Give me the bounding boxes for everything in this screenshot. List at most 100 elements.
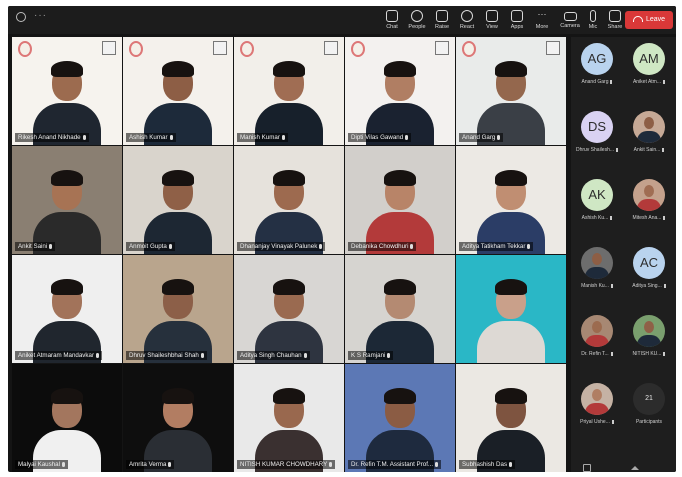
participant-video <box>362 160 438 254</box>
participant-panel-name: Dr. Refin T... <box>571 351 623 357</box>
participant-hair <box>51 279 83 295</box>
view-button[interactable]: View <box>479 8 505 34</box>
participant-name-label: Rikesh Anand Nikhade <box>15 133 89 142</box>
participant-video <box>362 378 438 472</box>
participant-thumbnail[interactable]: NITISH KU... <box>623 309 675 372</box>
participant-video <box>140 160 216 254</box>
participant-name-label: Dr. Refin T.M. Assistant Prof... <box>348 460 442 469</box>
video-tile[interactable]: Aditya Tatikham Tekkar <box>456 146 566 254</box>
raise-hand-button[interactable]: Raise <box>429 8 455 34</box>
participant-thumbnail[interactable]: DS Dhruv Shailesh... <box>571 105 623 168</box>
video-tile[interactable]: Amrita Verma <box>123 364 233 472</box>
participant-name: Dhruv Shaileshbhai Shah <box>129 352 199 359</box>
people-button[interactable]: People <box>404 8 430 34</box>
participant-thumbnail[interactable]: Mitesh Ana... <box>623 173 675 236</box>
participant-name-label: Aditya Singh Chauhan <box>237 351 310 360</box>
leave-button[interactable]: Leave <box>625 11 673 29</box>
video-tile[interactable]: Dhananjay Vinayak Palunek <box>234 146 344 254</box>
participant-video <box>251 51 327 145</box>
participant-panel-name-text: Dhruv Shailesh... <box>575 147 615 153</box>
participant-hair <box>162 61 194 77</box>
video-tile[interactable]: Debanika Chowdhuri <box>345 146 455 254</box>
collapse-arrow-icon[interactable] <box>631 466 639 470</box>
video-tile[interactable]: Ankit Saini <box>12 146 122 254</box>
participant-panel-name: Participants <box>623 419 675 425</box>
participant-name: Aditya Tatikham Tekkar <box>462 243 526 250</box>
panel-footer <box>571 462 676 472</box>
participant-video <box>29 378 105 472</box>
participant-panel-name: Mitesh Ana... <box>623 215 675 221</box>
participant-video <box>140 269 216 363</box>
video-tile[interactable]: Manish Kumar <box>234 37 344 145</box>
mic-muted-icon <box>509 461 513 467</box>
participant-panel-name: NITISH KU... <box>623 351 675 357</box>
video-tile[interactable]: Dr. Refin T.M. Assistant Prof... <box>345 364 455 472</box>
participant-thumbnail[interactable]: Dr. Refin T... <box>571 309 623 372</box>
participant-thumbnail[interactable]: Ankit Sain... <box>623 105 675 168</box>
video-tile[interactable]: Malyai Kaushal <box>12 364 122 472</box>
video-tile[interactable]: Anand Garg <box>456 37 566 145</box>
avatar-face <box>644 321 654 333</box>
video-tile[interactable]: Rikesh Anand Nikhade <box>12 37 122 145</box>
mic-muted-icon <box>169 134 173 140</box>
participant-panel-name-text: NITISH KU... <box>632 351 662 357</box>
participants-overflow-button[interactable]: 21 Participants <box>623 377 675 440</box>
participant-thumbnail[interactable]: AK Ashish Ku... <box>571 173 623 236</box>
participant-video <box>251 160 327 254</box>
mic-muted-icon <box>329 461 333 467</box>
participant-name: Ashish Kumar <box>129 134 168 141</box>
video-tile[interactable]: K S Ramjani <box>345 255 455 363</box>
video-tile[interactable]: Ashish Kumar <box>123 37 233 145</box>
avatar: AK <box>581 179 613 211</box>
video-tile[interactable]: Dhruv Shaileshbhai Shah <box>123 255 233 363</box>
chat-button[interactable]: Chat <box>379 8 405 34</box>
react-button[interactable]: React <box>454 8 480 34</box>
participant-video <box>362 269 438 363</box>
participant-name: Rikesh Anand Nikhade <box>18 134 81 141</box>
participant-name-label: Manish Kumar <box>237 133 288 142</box>
mic-muted-icon <box>410 243 414 249</box>
video-tile[interactable]: Dipti Vilas Gawand <box>345 37 455 145</box>
participant-panel-name: Ashish Ku... <box>571 215 623 221</box>
apps-button[interactable]: Apps <box>504 8 530 34</box>
participant-name-label: Dipti Vilas Gawand <box>348 133 412 142</box>
participant-name-label: Dhruv Shaileshbhai Shah <box>126 351 207 360</box>
participant-thumbnail[interactable]: AC Aditya Sing... <box>623 241 675 304</box>
mic-muted-icon <box>319 243 323 249</box>
expand-icon[interactable] <box>583 464 591 472</box>
apps-icon <box>511 10 523 22</box>
share-icon <box>609 10 621 22</box>
video-tile[interactable]: Subhashish Das <box>456 364 566 472</box>
video-tile[interactable]: Aniket Atmaram Mandavkar <box>12 255 122 363</box>
react-icon <box>461 10 473 22</box>
mic-muted-icon <box>616 147 619 152</box>
mic-muted-icon <box>281 134 285 140</box>
mic-muted-icon <box>610 79 613 84</box>
participant-hair <box>495 61 527 77</box>
avatar-body <box>637 335 661 347</box>
participant-thumbnail[interactable]: Priyal Ushe... <box>571 377 623 440</box>
participant-thumbnail[interactable]: Manish Ku... <box>571 241 623 304</box>
participant-hair <box>495 388 527 404</box>
mic-muted-icon <box>61 461 65 467</box>
mic-muted-icon <box>662 147 665 152</box>
avatar-body <box>637 199 661 211</box>
participant-name-label: Malyai Kaushal <box>15 460 68 469</box>
participant-hair <box>51 61 83 77</box>
participant-hair <box>495 170 527 186</box>
participant-thumbnail[interactable]: AG Anand Garg <box>571 37 623 100</box>
video-tile[interactable] <box>456 255 566 363</box>
meeting-info-icon[interactable]: ··· <box>34 10 47 21</box>
participant-hair <box>162 388 194 404</box>
mic-muted-icon <box>663 79 666 84</box>
participant-hair <box>162 279 194 295</box>
more-button[interactable]: ··· More <box>529 8 555 34</box>
participant-name-label: Anmoit Gupta <box>126 242 175 251</box>
participant-video <box>29 269 105 363</box>
video-tile[interactable]: Anmoit Gupta <box>123 146 233 254</box>
participant-thumbnail[interactable]: AM Aniket Atm... <box>623 37 675 100</box>
video-tile[interactable]: NITISH KUMAR CHOWDHARY <box>234 364 344 472</box>
avatar: AG <box>581 43 613 75</box>
mic-muted-icon <box>497 134 501 140</box>
video-tile[interactable]: Aditya Singh Chauhan <box>234 255 344 363</box>
